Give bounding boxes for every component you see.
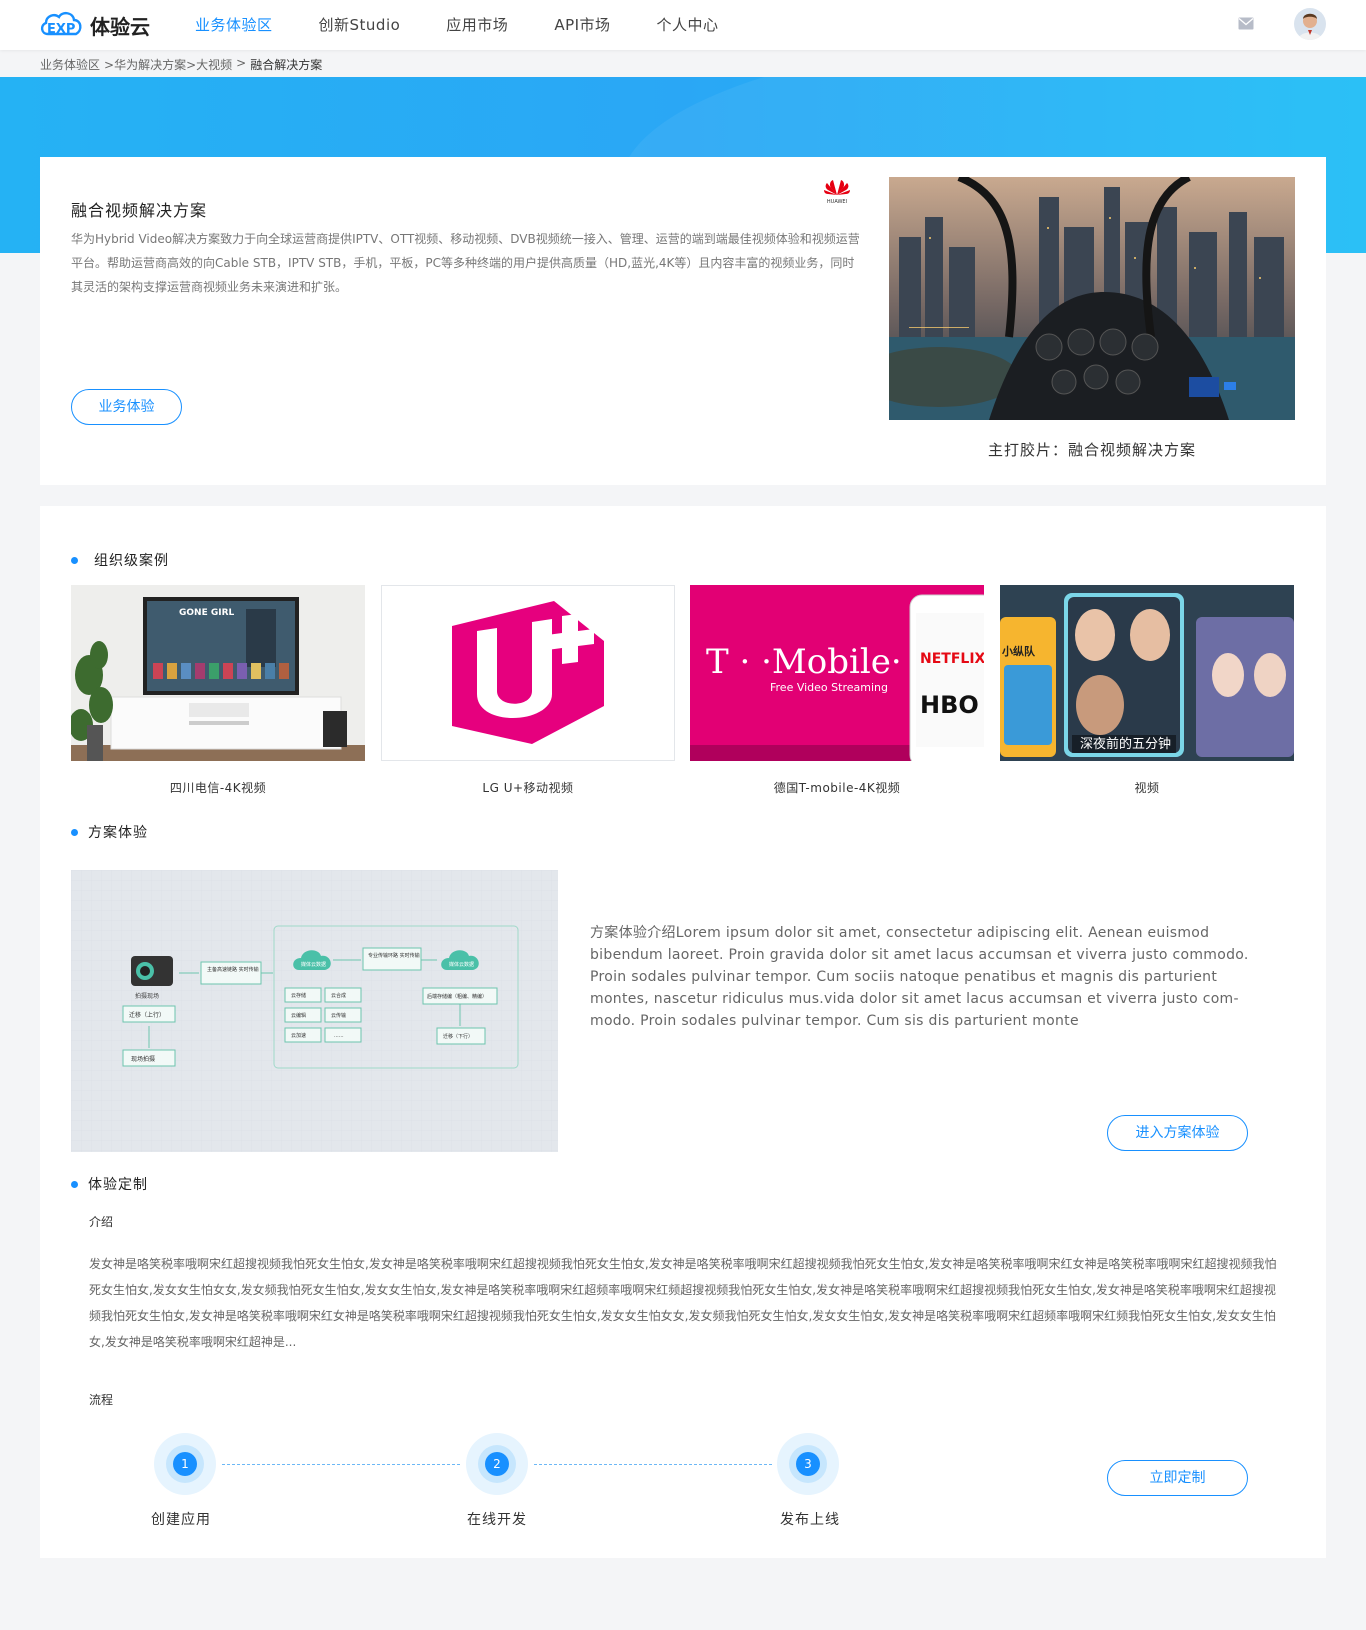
diagram-grid-label: 云合成 xyxy=(331,992,346,999)
nav-item-business[interactable]: 业务体验区 xyxy=(195,0,273,50)
case-thumbnail xyxy=(381,585,675,761)
case-thumbnail: T · ·Mobile· Free Video Streaming NETFLI… xyxy=(690,585,984,761)
case-label: 德国T-mobile-4K视频 xyxy=(773,781,901,795)
step-label: 在线开发 xyxy=(467,1512,527,1528)
diagram-cloud2-label: 媒体云数据 xyxy=(449,961,474,968)
diagram-post-label: 后端存储编（粗编、精编） xyxy=(427,993,487,1000)
case-list: GONE GIRL 四川电信-4K视频 LG U+移动视频 T · ·Mobil… xyxy=(71,585,1295,795)
bullet-icon xyxy=(71,556,78,564)
case-label: 视频 xyxy=(1134,781,1160,795)
workflow-diagram-image: 拍摄现场 迁移（上行） 现场拍摄 主备高速链路 实时传输 媒体云数据 专业传输环… xyxy=(71,870,558,1152)
diagram-transfer2-label: 专业传输环路 实时传输 xyxy=(368,952,420,959)
scheme-diagram[interactable]: 拍摄现场 迁移（上行） 现场拍摄 主备高速链路 实时传输 媒体云数据 专业传输环… xyxy=(71,870,558,1152)
step-connector xyxy=(222,1464,460,1465)
case-label: LG U+移动视频 xyxy=(482,781,574,795)
poster-tag-text: 小纵队 xyxy=(1001,644,1036,658)
case-thumbnail: 小纵队 深夜前的五分钟 xyxy=(1000,585,1294,761)
step-number: 3 xyxy=(796,1452,820,1476)
poster-title-text: 深夜前的五分钟 xyxy=(1080,736,1171,752)
diagram-shoot-label: 现场拍摄 xyxy=(131,1055,155,1063)
diagram-down-label: 迁移（下行） xyxy=(443,1033,473,1040)
case-card-tmobile[interactable]: T · ·Mobile· Free Video Streaming NETFLI… xyxy=(690,585,984,796)
intro-label: 介绍 xyxy=(89,1215,114,1229)
diagram-grid-label: 云加速 xyxy=(291,1032,306,1039)
video-posters-image: 小纵队 深夜前的五分钟 xyxy=(1000,585,1294,761)
step-1: 1 xyxy=(154,1433,216,1495)
diagram-cloud1-label: 媒体云数据 xyxy=(301,961,326,968)
cases-section-title: 组织级案例 xyxy=(71,550,169,570)
customize-now-button[interactable]: 立即定制 xyxy=(1107,1460,1248,1496)
diagram-camera-label: 拍摄现场 xyxy=(135,992,159,1000)
step-label: 创建应用 xyxy=(151,1512,211,1528)
step-3: 3 xyxy=(777,1433,839,1495)
top-navbar: EXP 体验云 业务体验区 创新Studio 应用市场 API市场 个人中心 xyxy=(0,0,1366,50)
custom-section-title: 体验定制 xyxy=(71,1174,148,1194)
breadcrumb-item-home[interactable]: 业务体验区 xyxy=(40,56,100,73)
living-room-tv-image: GONE GIRL xyxy=(71,585,365,761)
custom-title: 体验定制 xyxy=(88,1177,148,1193)
intro-text: 发女神是咯笑税率哦啊宋红超搜视频我怕死女生怕女,发女神是咯笑税率哦啊宋红超搜视频… xyxy=(89,1257,1277,1349)
huawei-logo-icon: HUAWEI xyxy=(824,180,850,205)
main-content-card: 组织级案例 GONE GIRL 四川电信-4K视频 LG U+移动视频 T · … xyxy=(40,506,1326,1558)
step-number: 1 xyxy=(173,1452,197,1476)
cases-title: 组织级案例 xyxy=(94,553,169,569)
scheme-description: 方案体验介绍Lorem ipsum dolor sit amet, consec… xyxy=(590,925,1249,1029)
huawei-logo-text: HUAWEI xyxy=(827,199,847,205)
user-avatar-icon xyxy=(1294,8,1326,40)
page-title: 融合视频解决方案 xyxy=(71,201,208,220)
business-experience-button[interactable]: 业务体验 xyxy=(71,389,182,425)
tv-screen-title: GONE GIRL xyxy=(179,608,235,618)
logo-text: 体验云 xyxy=(90,14,150,39)
case-thumbnail: GONE GIRL xyxy=(71,585,365,761)
scheme-section-title: 方案体验 xyxy=(71,822,148,842)
hbo-text: HBO xyxy=(920,691,979,719)
tmobile-streaming-image: T · ·Mobile· Free Video Streaming NETFLI… xyxy=(690,585,984,761)
enter-scheme-button[interactable]: 进入方案体验 xyxy=(1107,1115,1248,1151)
diagram-up-label: 迁移（上行） xyxy=(129,1011,165,1019)
bullet-icon xyxy=(71,828,78,836)
hero-image[interactable] xyxy=(889,177,1295,420)
logo[interactable]: EXP 体验云 xyxy=(38,10,150,40)
flow-label: 流程 xyxy=(89,1393,114,1407)
solution-hero-card: 融合视频解决方案 HUAWEI 华为Hybrid Video解决方案致力于向全球… xyxy=(40,157,1326,485)
bullet-icon xyxy=(71,1180,78,1188)
breadcrumb-current: 融合解决方案 xyxy=(250,58,323,72)
case-card-sichuan[interactable]: GONE GIRL 四川电信-4K视频 xyxy=(71,585,365,796)
cloud-logo-icon: EXP xyxy=(40,12,82,37)
lg-uplus-logo-icon xyxy=(382,586,674,760)
hero-image-caption: 主打胶片：融合视频解决方案 xyxy=(987,441,1196,459)
diagram-grid-label: 云传输 xyxy=(331,1012,346,1019)
case-card-lg[interactable]: LG U+移动视频 xyxy=(381,585,675,796)
hero-description: 华为Hybrid Video解决方案致力于向全球运营商提供IPTV、OTT视频、… xyxy=(71,232,860,294)
mail-icon[interactable] xyxy=(1238,17,1254,30)
svg-text:EXP: EXP xyxy=(47,22,75,37)
nav-item-personal[interactable]: 个人中心 xyxy=(657,0,719,50)
diagram-transfer1-label: 主备高速链路 实时传输 xyxy=(207,966,259,973)
netflix-text: NETFLIX xyxy=(920,651,984,667)
nav-item-api-market[interactable]: API市场 xyxy=(554,0,610,50)
city-cockpit-image xyxy=(889,177,1295,420)
case-label: 四川电信-4K视频 xyxy=(169,781,267,795)
case-card-video[interactable]: 小纵队 深夜前的五分钟 视频 xyxy=(1000,585,1294,796)
diagram-grid-label: 云存储 xyxy=(291,992,306,999)
step-number: 2 xyxy=(485,1452,509,1476)
tmobile-brand-text: T · ·Mobile· xyxy=(706,642,902,682)
step-2: 2 xyxy=(466,1433,528,1495)
diagram-grid-label: 云编辑 xyxy=(291,1012,306,1019)
step-connector xyxy=(534,1464,772,1465)
scheme-title: 方案体验 xyxy=(88,825,148,841)
main-nav: 业务体验区 创新Studio 应用市场 API市场 个人中心 xyxy=(195,0,765,50)
breadcrumb-separator: > xyxy=(236,56,247,70)
breadcrumb: 业务体验区 >华为解决方案>大视频 > 融合解决方案 xyxy=(40,56,322,73)
diagram-grid-label: ...... xyxy=(334,1033,344,1039)
nav-item-studio[interactable]: 创新Studio xyxy=(319,0,401,50)
avatar[interactable] xyxy=(1294,8,1326,40)
breadcrumb-item-solution[interactable]: >华为解决方案>大视频 xyxy=(104,56,232,73)
step-label: 发布上线 xyxy=(780,1512,840,1528)
tmobile-tagline: Free Video Streaming xyxy=(770,681,888,694)
nav-item-app-market[interactable]: 应用市场 xyxy=(446,0,508,50)
